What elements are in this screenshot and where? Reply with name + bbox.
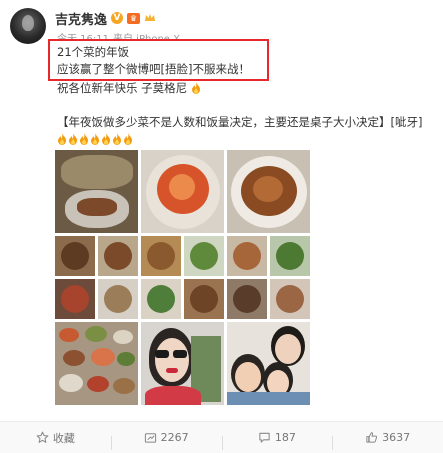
fire-icon <box>102 133 110 145</box>
post-text-line-3: 祝各位新年快乐 子莫格尼 <box>57 80 202 96</box>
repost-count: 2267 <box>160 431 189 444</box>
photo-shrimp-dish[interactable] <box>141 150 224 233</box>
photo-dish-collage-1[interactable] <box>55 236 138 319</box>
fire-icon <box>124 133 132 145</box>
user-name[interactable]: 吉克隽逸 <box>55 9 107 28</box>
action-bar: 收藏 2267 187 3637 <box>0 421 443 453</box>
post-text-line-1: 21个菜的年饭 <box>57 45 130 59</box>
like-count: 3637 <box>382 431 411 444</box>
like-button[interactable]: 3637 <box>332 431 443 450</box>
fire-icon <box>58 133 66 145</box>
avatar-image <box>22 15 34 31</box>
avatar[interactable] <box>10 8 46 44</box>
comment-icon <box>259 432 270 443</box>
fire-icon <box>113 133 121 145</box>
photo-grilled-fish[interactable] <box>55 150 138 233</box>
photo-selfie-woman[interactable] <box>141 322 224 405</box>
favorite-label: 收藏 <box>52 431 75 445</box>
post-text-line-4-text: 【年夜饭做多少菜不是人数和饭量决定，主要还是桌子大小决定】[呲牙] <box>57 115 423 129</box>
crown-icon <box>145 14 156 21</box>
repost-button[interactable]: 2267 <box>110 431 222 450</box>
comment-button[interactable]: 187 <box>221 431 333 450</box>
comment-count: 187 <box>274 431 296 444</box>
star-icon <box>36 431 49 443</box>
post-text-line-3-text: 祝各位新年快乐 子莫格尼 <box>57 81 188 95</box>
photo-grid <box>55 150 310 438</box>
favorite-button[interactable]: 收藏 <box>0 430 111 446</box>
post-text-line-2: 应该赢了整个微博吧[捂脸]不服来战！ <box>57 62 250 76</box>
photo-family-kids[interactable] <box>227 322 310 405</box>
verified-icon: V <box>111 12 124 24</box>
photo-dish-collage-3[interactable] <box>227 236 310 319</box>
fire-icon <box>191 82 200 94</box>
fire-icon <box>91 133 99 145</box>
photo-dinner-table[interactable] <box>55 322 138 405</box>
thumbs-up-icon <box>366 432 378 443</box>
photo-dish-collage-2[interactable] <box>141 236 224 319</box>
fire-icon <box>80 133 88 145</box>
user-name-row: 吉克隽逸 V ♛ <box>55 9 156 28</box>
photo-braised-meat[interactable] <box>227 150 310 233</box>
fire-icon-row <box>57 132 134 146</box>
vip-badge-icon: ♛ <box>127 12 141 24</box>
post-text-line-4: 【年夜饭做多少菜不是人数和饭量决定，主要还是桌子大小决定】[呲牙] <box>57 114 427 148</box>
fire-icon <box>69 133 77 145</box>
repost-icon <box>144 433 156 443</box>
